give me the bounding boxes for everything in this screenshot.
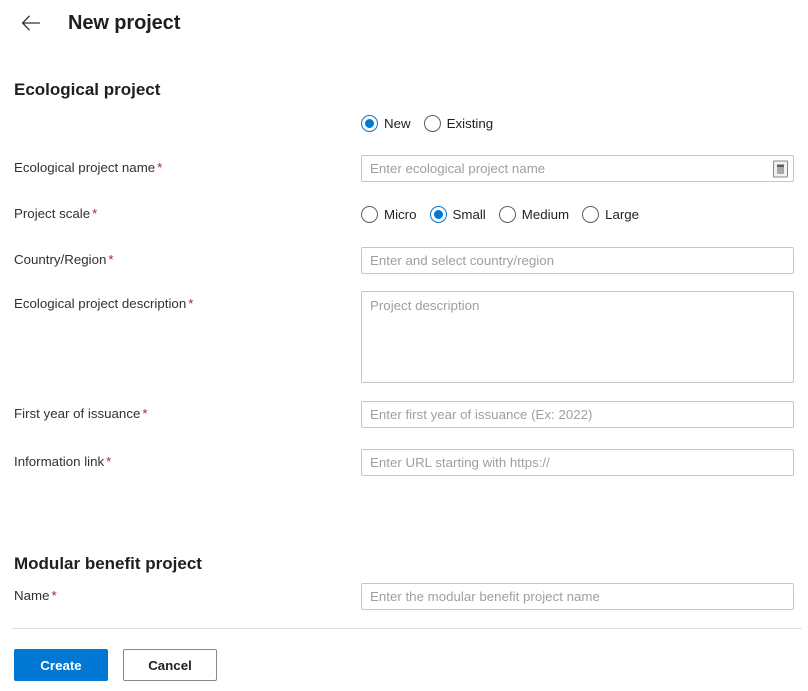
row-first-year-of-issuance: First year of issuance *: [0, 401, 808, 428]
ime-mode-icon[interactable]: [773, 160, 788, 177]
radio-circle-icon: [429, 206, 447, 223]
radio-project-scale-medium[interactable]: Medium: [498, 206, 570, 224]
label-text: Project scale: [14, 206, 91, 221]
label-ecological-project-name: Ecological project name *: [14, 155, 361, 177]
row-modular-benefit-name: Name *: [0, 583, 808, 610]
page-title: New project: [68, 12, 181, 34]
radio-project-scale-large[interactable]: Large: [582, 206, 639, 224]
radio-label: Small: [452, 206, 486, 222]
cancel-button[interactable]: Cancel: [123, 649, 217, 681]
required-asterisk: *: [106, 454, 112, 469]
required-asterisk: *: [92, 206, 98, 221]
radio-circle-icon: [582, 206, 600, 223]
row-project-description: Ecological project description *: [0, 291, 808, 388]
radio-project-type-new[interactable]: New: [361, 115, 411, 133]
label-text: Information link: [14, 454, 105, 469]
label-text: Ecological project name: [14, 160, 156, 175]
page-header: New project: [0, 0, 808, 46]
radio-circle-icon: [361, 206, 378, 223]
required-asterisk: *: [51, 588, 57, 603]
radio-group-project-scale: Micro Small Medium Large: [361, 201, 808, 228]
radio-project-scale-micro[interactable]: Micro: [361, 206, 417, 224]
arrow-left-icon: [21, 15, 41, 31]
field-ecological-project-name: [361, 155, 808, 182]
row-ecological-project-name: Ecological project name *: [0, 155, 808, 182]
field-project-scale: Micro Small Medium Large: [361, 201, 808, 228]
footer-divider: [12, 628, 802, 629]
field-first-year-of-issuance: [361, 401, 808, 428]
label-text: First year of issuance: [14, 406, 141, 421]
row-country-region: Country/Region *: [0, 247, 808, 274]
row-information-link: Information link *: [0, 449, 808, 476]
row-project-type: New Existing: [0, 110, 808, 137]
first-year-of-issuance-input[interactable]: [361, 401, 794, 428]
required-asterisk: *: [142, 406, 148, 421]
row-project-scale: Project scale * Micro Small Medium Large: [0, 201, 808, 228]
create-button[interactable]: Create: [14, 649, 108, 681]
section-heading-modular-benefit-project: Modular benefit project: [14, 554, 202, 573]
field-country-region: [361, 247, 808, 274]
field-modular-benefit-name: [361, 583, 808, 610]
ecological-project-name-input[interactable]: [361, 155, 794, 182]
information-link-input[interactable]: [361, 449, 794, 476]
radio-label: Large: [605, 206, 640, 222]
radio-label: New: [384, 115, 411, 131]
label-modular-benefit-name: Name *: [14, 583, 361, 605]
label-project-scale: Project scale *: [14, 201, 361, 223]
country-region-input[interactable]: [361, 247, 794, 274]
label-project-description: Ecological project description *: [14, 291, 361, 313]
label-text: Name: [14, 588, 50, 603]
project-description-textarea[interactable]: [361, 291, 794, 383]
field-information-link: [361, 449, 808, 476]
label-first-year-of-issuance: First year of issuance *: [14, 401, 361, 423]
required-asterisk: *: [157, 160, 163, 175]
field-project-description: [361, 291, 808, 388]
modular-benefit-name-input[interactable]: [361, 583, 794, 610]
radio-label: Micro: [384, 206, 417, 222]
radio-label: Existing: [446, 115, 494, 131]
back-button[interactable]: [18, 10, 44, 36]
radio-project-type-existing[interactable]: Existing: [423, 115, 494, 133]
required-asterisk: *: [108, 252, 114, 267]
radio-group-project-type: New Existing: [361, 110, 808, 137]
label-information-link: Information link *: [14, 449, 361, 471]
label-text: Country/Region: [14, 252, 107, 267]
section-heading-ecological-project: Ecological project: [14, 80, 161, 99]
radio-label: Medium: [521, 206, 570, 222]
field-project-type: New Existing: [361, 110, 808, 137]
footer-action-bar: Create Cancel: [0, 628, 808, 691]
radio-circle-icon: [361, 115, 378, 132]
footer-buttons: Create Cancel: [14, 649, 217, 681]
required-asterisk: *: [188, 296, 194, 311]
radio-project-scale-small[interactable]: Small: [429, 206, 486, 224]
radio-circle-icon: [498, 206, 516, 223]
label-text: Ecological project description: [14, 296, 187, 311]
label-country-region: Country/Region *: [14, 247, 361, 269]
row-label-project-type: [14, 110, 361, 114]
form-scroll-area: Ecological project New Existing Ecologic…: [0, 46, 808, 628]
radio-circle-icon: [423, 115, 441, 132]
